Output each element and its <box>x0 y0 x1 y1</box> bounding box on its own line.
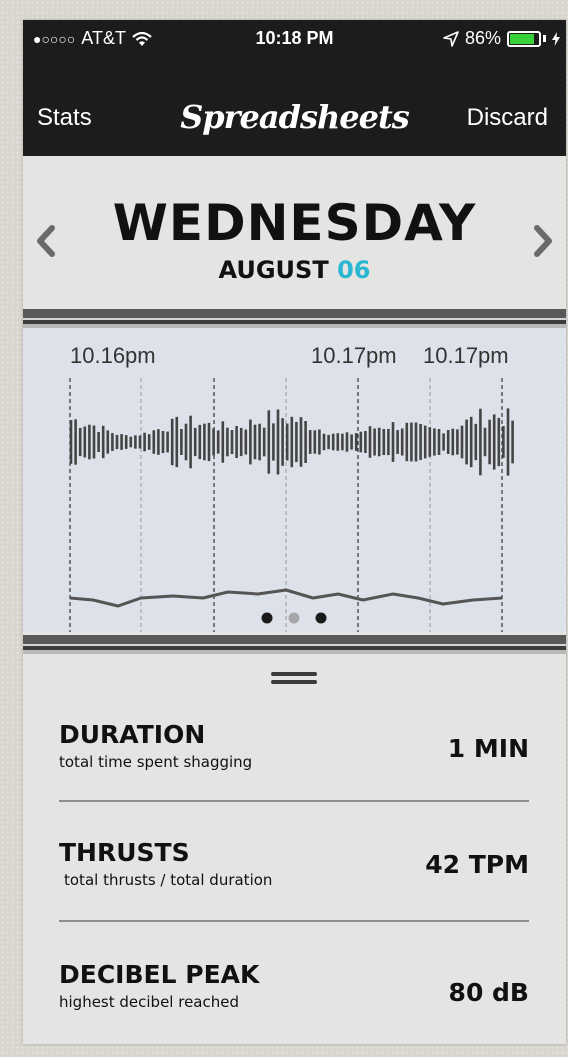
phone-screen: ●○○○○ AT&T 10:18 PM 86% Stats Spreadshee… <box>23 20 566 1044</box>
discard-button[interactable]: Discard <box>467 104 548 132</box>
stat-divider <box>59 920 529 922</box>
day-name: WEDNESDAY <box>112 194 477 252</box>
day-number: 06 <box>337 256 371 284</box>
stat-value: 80 dB <box>448 978 529 1007</box>
timeline-top-border <box>23 306 566 328</box>
stat-duration: DURATION total time spent shagging 1 MIN <box>59 720 529 771</box>
battery-level <box>510 33 535 44</box>
stat-thrusts: THRUSTS total thrusts / total duration 4… <box>59 838 529 889</box>
waveform-graphic <box>69 378 514 632</box>
time-label-1: 10.16pm <box>70 343 156 368</box>
location-arrow-icon <box>443 30 459 47</box>
status-right: 86% <box>443 28 560 49</box>
stat-divider <box>59 800 529 802</box>
stat-value: 1 MIN <box>447 734 529 763</box>
date-line: AUGUST 06 <box>23 256 566 284</box>
page-dot[interactable] <box>261 612 273 624</box>
time-label-2: 10.17pm <box>311 343 397 368</box>
chevron-right-icon[interactable] <box>528 216 558 266</box>
month-name: AUGUST <box>218 256 329 284</box>
stat-value: 42 TPM <box>425 850 529 879</box>
battery-percent: 86% <box>464 28 501 48</box>
time-label-3: 10.17pm <box>423 343 509 368</box>
battery-nub <box>543 35 546 42</box>
handle-line-top <box>271 672 317 676</box>
drag-handle-icon[interactable] <box>269 672 319 686</box>
date-header: WEDNESDAY AUGUST 06 <box>23 156 566 326</box>
charging-icon <box>552 31 560 46</box>
nav-bar: Stats Spreadsheets Discard <box>23 60 566 156</box>
handle-line-bottom <box>271 680 317 684</box>
stat-decibel-peak: DECIBEL PEAK highest decibel reached 80 … <box>59 960 529 1011</box>
sound-timeline[interactable]: 10.16pm 10.17pm 10.17pm <box>23 328 566 632</box>
timeline-bottom-border <box>23 632 566 654</box>
page-dot[interactable] <box>288 612 300 624</box>
battery-icon <box>507 30 541 47</box>
page-dot[interactable] <box>315 612 327 624</box>
status-bar: ●○○○○ AT&T 10:18 PM 86% <box>23 20 566 60</box>
